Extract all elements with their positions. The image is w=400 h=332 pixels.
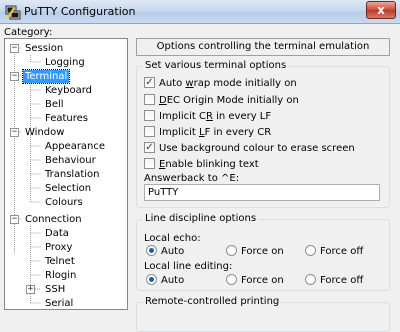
checkbox-box[interactable] bbox=[144, 109, 155, 121]
local-line-editing-label: Local line editing: bbox=[144, 261, 233, 272]
checkbox-box[interactable]: ✓ bbox=[144, 76, 155, 88]
group-title: Line discipline options bbox=[143, 213, 259, 224]
printing-group: Remote-controlled printing bbox=[136, 296, 390, 332]
answerback-input[interactable]: PuTTY bbox=[144, 184, 380, 201]
checkbox-box[interactable] bbox=[144, 125, 155, 137]
putty-app-icon bbox=[5, 5, 21, 20]
tree-item-selection[interactable]: Selection bbox=[43, 182, 93, 195]
local-echo-label: Local echo: bbox=[144, 233, 201, 244]
tree-item-features[interactable]: Features bbox=[43, 112, 90, 125]
radio-dot[interactable] bbox=[305, 244, 316, 256]
window-title: PuTTY Configuration bbox=[24, 5, 136, 18]
title-bar: PuTTY Configuration x bbox=[0, 0, 400, 24]
answerback-label: Answerback to ^E: bbox=[144, 173, 240, 184]
tree-item-session[interactable]: Session bbox=[23, 42, 65, 55]
tree-item-telnet[interactable]: Telnet bbox=[43, 255, 77, 268]
collapse-icon[interactable]: − bbox=[10, 215, 19, 224]
implicit-cr-checkbox[interactable]: Implicit CR in every LF bbox=[144, 109, 271, 123]
tree-item-proxy[interactable]: Proxy bbox=[43, 241, 74, 254]
local-echo-auto-radio[interactable]: Auto bbox=[146, 244, 184, 258]
radio-dot[interactable] bbox=[226, 273, 237, 285]
bg-erase-checkbox[interactable]: ✓ Use background colour to erase screen bbox=[144, 141, 355, 155]
dec-origin-checkbox[interactable]: DEC Origin Mode initially on bbox=[144, 93, 299, 107]
tree-item-serial[interactable]: Serial bbox=[43, 297, 75, 309]
tree-item-behaviour[interactable]: Behaviour bbox=[43, 154, 98, 167]
panel-header: Options controlling the terminal emulati… bbox=[136, 38, 390, 56]
checkbox-box[interactable]: ✓ bbox=[144, 141, 155, 153]
local-echo-force-on-radio[interactable]: Force on bbox=[226, 244, 284, 258]
tree-item-appearance[interactable]: Appearance bbox=[43, 140, 107, 153]
collapse-icon[interactable]: − bbox=[10, 44, 19, 53]
tree-item-connection[interactable]: Connection bbox=[23, 213, 84, 226]
local-echo-force-off-radio[interactable]: Force off bbox=[305, 244, 363, 258]
tree-item-rlogin[interactable]: Rlogin bbox=[43, 269, 78, 282]
tree-item-ssh[interactable]: SSH bbox=[43, 283, 67, 296]
tree-item-window[interactable]: Window bbox=[23, 126, 66, 139]
radio-dot[interactable] bbox=[226, 244, 237, 256]
local-edit-force-off-radio[interactable]: Force off bbox=[305, 273, 363, 287]
tree-item-translation[interactable]: Translation bbox=[43, 168, 102, 181]
close-button[interactable]: x bbox=[366, 1, 396, 19]
tree-item-logging[interactable]: Logging bbox=[43, 56, 87, 69]
checkbox-box[interactable] bbox=[144, 93, 155, 105]
tree-item-bell[interactable]: Bell bbox=[43, 98, 66, 111]
tree-item-terminal[interactable]: Terminal bbox=[21, 69, 71, 84]
group-title: Remote-controlled printing bbox=[143, 296, 282, 307]
blinking-text-checkbox[interactable]: Enable blinking text bbox=[144, 157, 259, 171]
tree-item-colours[interactable]: Colours bbox=[43, 196, 85, 209]
auto-wrap-checkbox[interactable]: ✓ Auto wrap mode initially on bbox=[144, 76, 297, 90]
category-label: Category: bbox=[4, 27, 53, 38]
checkbox-box[interactable] bbox=[144, 157, 155, 169]
radio-dot[interactable] bbox=[146, 273, 157, 285]
tree-item-data[interactable]: Data bbox=[43, 227, 71, 240]
tree-item-keyboard[interactable]: Keyboard bbox=[43, 84, 94, 97]
collapse-icon[interactable]: − bbox=[10, 72, 19, 81]
group-title: Set various terminal options bbox=[143, 60, 289, 71]
local-edit-force-on-radio[interactable]: Force on bbox=[226, 273, 284, 287]
category-tree[interactable]: − Session Logging − Terminal Keyboard Be… bbox=[4, 38, 128, 310]
collapse-icon[interactable]: − bbox=[10, 128, 19, 137]
expand-icon[interactable]: + bbox=[26, 285, 35, 294]
radio-dot[interactable] bbox=[305, 273, 316, 285]
close-icon: x bbox=[377, 3, 385, 17]
local-edit-auto-radio[interactable]: Auto bbox=[146, 273, 184, 287]
radio-dot[interactable] bbox=[146, 244, 157, 256]
implicit-lf-checkbox[interactable]: Implicit LF in every CR bbox=[144, 125, 271, 139]
